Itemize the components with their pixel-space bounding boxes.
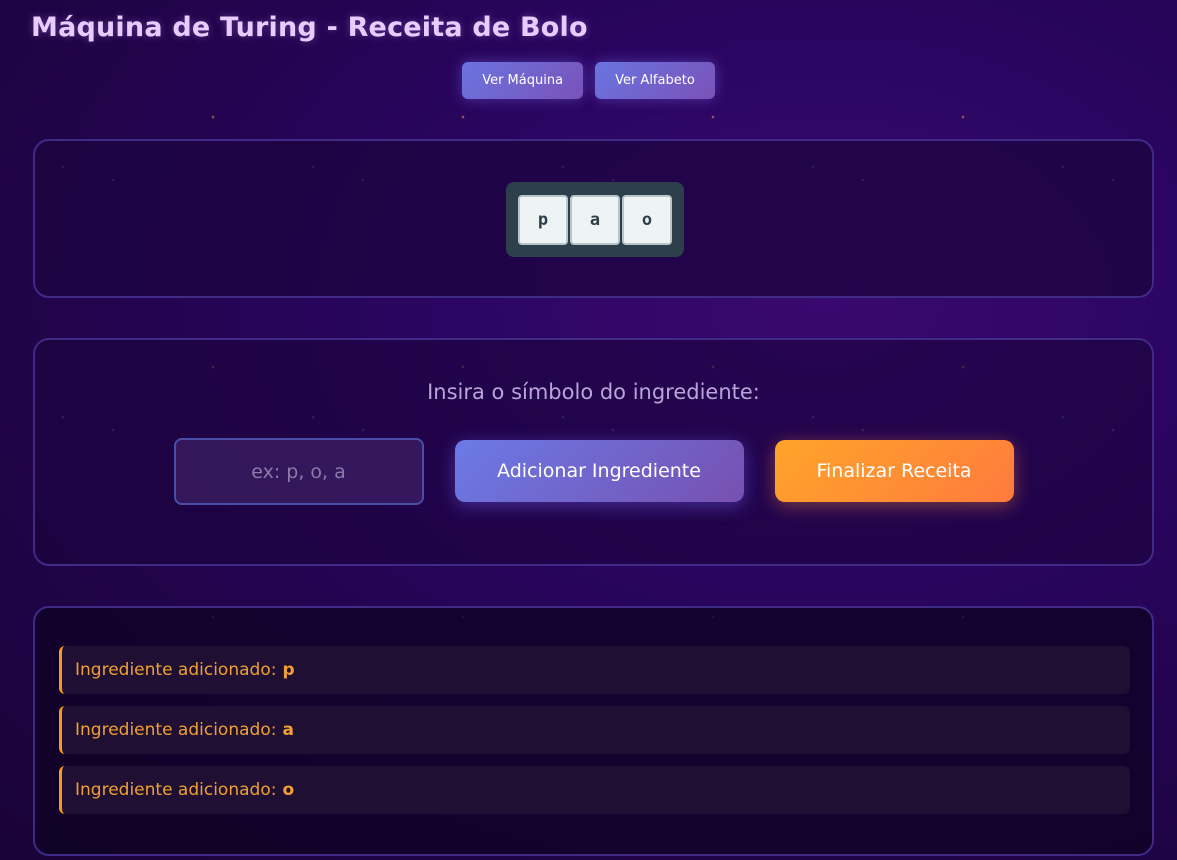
log-entry-text: Ingrediente adicionado: — [75, 720, 277, 740]
tape-panel: p a o — [33, 139, 1154, 298]
ingredient-symbol-input[interactable] — [173, 438, 424, 505]
tape-cell: a — [570, 194, 620, 245]
log-entry-symbol: a — [282, 720, 294, 740]
turing-tape: p a o — [506, 182, 684, 257]
log-entry-symbol: p — [282, 660, 295, 680]
add-ingredient-button[interactable]: Adicionar Ingrediente — [454, 440, 744, 502]
view-alphabet-button[interactable]: Ver Alfabeto — [595, 62, 715, 99]
log-entry-symbol: o — [282, 780, 295, 800]
log-entry-text: Ingrediente adicionado: — [75, 780, 277, 800]
input-prompt: Insira o símbolo do ingrediente: — [427, 380, 760, 404]
view-machine-button[interactable]: Ver Máquina — [462, 62, 584, 99]
input-controls: Adicionar Ingrediente Finalizar Receita — [35, 438, 1152, 505]
top-nav: Ver Máquina Ver Alfabeto — [0, 62, 1177, 99]
ingredient-input-panel: Insira o símbolo do ingrediente: Adicion… — [33, 338, 1154, 566]
page-title: Máquina de Turing - Receita de Bolo — [31, 12, 588, 43]
log-entry: Ingrediente adicionado: a — [59, 706, 1130, 754]
tape-cell: p — [518, 194, 568, 245]
ingredient-log-panel: Ingrediente adicionado: p Ingrediente ad… — [33, 606, 1154, 856]
log-entry: Ingrediente adicionado: o — [59, 766, 1130, 814]
log-entry: Ingrediente adicionado: p — [59, 646, 1130, 694]
finish-recipe-button[interactable]: Finalizar Receita — [774, 440, 1014, 502]
tape-cell: o — [622, 194, 672, 245]
log-entry-text: Ingrediente adicionado: — [75, 660, 277, 680]
log-list: Ingrediente adicionado: p Ingrediente ad… — [59, 646, 1130, 814]
